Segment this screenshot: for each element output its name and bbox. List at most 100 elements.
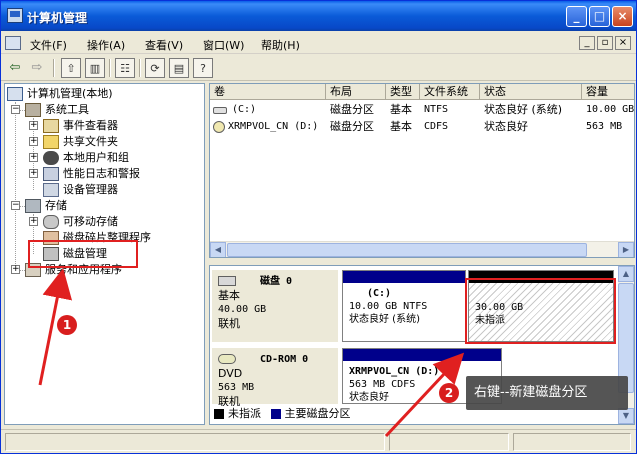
disk-size: 563 MB: [218, 382, 255, 393]
computer-icon: [7, 87, 23, 101]
highlight-disk-management: [28, 240, 138, 268]
volume-status: 状态良好 (系统): [484, 103, 563, 116]
mmc-document-icon[interactable]: [5, 36, 21, 50]
partition-c[interactable]: (C:) 10.00 GB NTFS 状态良好 (系统): [342, 270, 466, 342]
menu-view[interactable]: 查看(V): [145, 37, 183, 53]
mdi-restore-button[interactable]: ▫: [597, 36, 613, 50]
title-bar[interactable]: 计算机管理 _ □ ×: [1, 1, 636, 31]
instruction-tooltip: 右键--新建磁盘分区: [466, 376, 628, 410]
volume-name: (C:): [232, 104, 257, 115]
refresh-icon[interactable]: ⟳: [145, 58, 165, 78]
partition-detail: 10.00 GB NTFS: [349, 301, 428, 312]
cdrom-0-info[interactable]: CD-ROM 0 DVD 563 MB 联机: [212, 348, 338, 408]
column-header-volume[interactable]: 卷: [210, 84, 326, 100]
scroll-down-icon[interactable]: ▼: [618, 408, 634, 424]
volume-type: 基本: [390, 120, 412, 133]
expand-performance-logs[interactable]: +: [29, 169, 38, 178]
expand-removable-storage[interactable]: +: [29, 217, 38, 226]
mdi-minimize-button[interactable]: _: [579, 36, 595, 50]
expand-services-apps[interactable]: +: [11, 265, 20, 274]
menu-window[interactable]: 窗口(W): [203, 37, 244, 53]
scroll-left-icon[interactable]: ◀: [210, 242, 226, 257]
show-hide-tree-icon[interactable]: ▥: [85, 58, 105, 78]
window-title: 计算机管理: [27, 11, 88, 25]
cdrom-drive-icon: [218, 354, 236, 364]
menu-action[interactable]: 操作(A): [87, 37, 125, 53]
removable-storage-icon: [43, 215, 59, 229]
volume-layout: 磁盘分区: [330, 103, 374, 116]
volume-capacity: 10.00 GB: [586, 104, 635, 115]
device-manager-icon: [43, 183, 59, 197]
disk-name: 磁盘 0: [260, 276, 293, 287]
column-header-capacity[interactable]: 容量: [582, 84, 634, 100]
disk-type: DVD: [218, 367, 243, 380]
step-2-badge: 2: [439, 383, 459, 403]
menu-file[interactable]: 文件(F): [30, 37, 67, 53]
expand-event-viewer[interactable]: +: [29, 121, 38, 130]
export-icon[interactable]: ▤: [169, 58, 189, 78]
back-icon[interactable]: ⇦: [5, 58, 25, 78]
tree-item-removable-storage[interactable]: 可移动存储: [43, 214, 118, 230]
shared-folder-icon: [43, 135, 59, 149]
minimize-button[interactable]: _: [566, 6, 587, 27]
volume-name: XRMPVOL_CN (D:): [228, 121, 319, 132]
disk-name: CD-ROM 0: [260, 354, 309, 365]
users-icon: [43, 151, 59, 165]
collapse-system-tools[interactable]: −: [11, 105, 20, 114]
tree-item-performance-logs[interactable]: 性能日志和警报: [43, 166, 140, 182]
cdrom-icon: [213, 119, 225, 135]
disk-type: 基本: [218, 289, 240, 302]
tree-item-device-manager[interactable]: 设备管理器: [43, 182, 118, 198]
volume-layout: 磁盘分区: [330, 120, 374, 133]
unallocated-swatch: [214, 409, 224, 419]
status-field: [389, 433, 509, 451]
disk-status: 联机: [218, 317, 240, 330]
legend-primary-partition: 主要磁盘分区: [284, 407, 351, 420]
storage-icon: [25, 199, 41, 213]
volume-filesystem: NTFS: [424, 104, 449, 115]
tree-item-local-users[interactable]: 本地用户和组: [43, 150, 129, 166]
maximize-button[interactable]: □: [589, 6, 610, 27]
hard-disk-icon: [218, 276, 236, 286]
mdi-close-button[interactable]: ×: [615, 36, 631, 50]
status-field: [5, 433, 385, 451]
disk-0-info[interactable]: 磁盘 0 基本 40.00 GB 联机: [212, 270, 338, 342]
scroll-up-icon[interactable]: ▲: [618, 266, 634, 282]
volume-type: 基本: [390, 103, 412, 116]
status-field: [513, 433, 631, 451]
column-header-status[interactable]: 状态: [480, 84, 582, 100]
primary-partition-swatch: [270, 409, 281, 419]
volume-status: 状态良好: [484, 120, 528, 133]
tree-item-shared-folders[interactable]: 共享文件夹: [43, 134, 118, 150]
performance-icon: [43, 167, 59, 181]
column-header-filesystem[interactable]: 文件系统: [420, 84, 480, 100]
toolbar: ⇦ ⇨ ⇧ ▥ ☷ ⟳ ▤ ?: [1, 55, 636, 81]
up-icon[interactable]: ⇧: [61, 58, 81, 78]
step-1-badge: 1: [57, 315, 77, 335]
expand-local-users[interactable]: +: [29, 153, 38, 162]
partition-label: (C:): [367, 288, 392, 299]
forward-icon[interactable]: ⇨: [27, 58, 47, 78]
expand-shared-folders[interactable]: +: [29, 137, 38, 146]
computer-management-icon: [7, 8, 23, 23]
legend-unallocated: 未指派: [228, 407, 261, 420]
volume-list[interactable]: 卷 布局 类型 文件系统 状态 容量 (C:) 磁盘分区 基本 NTFS 状态良…: [209, 83, 635, 258]
close-button[interactable]: ×: [612, 6, 633, 27]
tree-item-storage[interactable]: 存储: [25, 198, 67, 214]
column-header-type[interactable]: 类型: [386, 84, 420, 100]
volume-filesystem: CDFS: [424, 121, 449, 132]
column-header-layout[interactable]: 布局: [326, 84, 386, 100]
collapse-storage[interactable]: −: [11, 201, 20, 210]
partition-status: 状态良好 (系统): [349, 314, 420, 325]
scroll-thumb[interactable]: [227, 243, 587, 257]
menu-help[interactable]: 帮助(H): [261, 37, 300, 53]
scroll-right-icon[interactable]: ▶: [618, 242, 634, 257]
help-icon[interactable]: ?: [193, 58, 213, 78]
event-viewer-icon: [43, 119, 59, 133]
tree-item-computer-management[interactable]: 计算机管理(本地): [7, 86, 113, 102]
tree-item-event-viewer[interactable]: 事件查看器: [43, 118, 118, 134]
menu-bar: 文件(F) 操作(A) 查看(V) 窗口(W) 帮助(H) _ ▫ ×: [1, 32, 636, 54]
properties-icon[interactable]: ☷: [115, 58, 135, 78]
tree-item-system-tools[interactable]: 系统工具: [25, 102, 89, 118]
horizontal-scrollbar[interactable]: ◀ ▶: [210, 241, 634, 257]
